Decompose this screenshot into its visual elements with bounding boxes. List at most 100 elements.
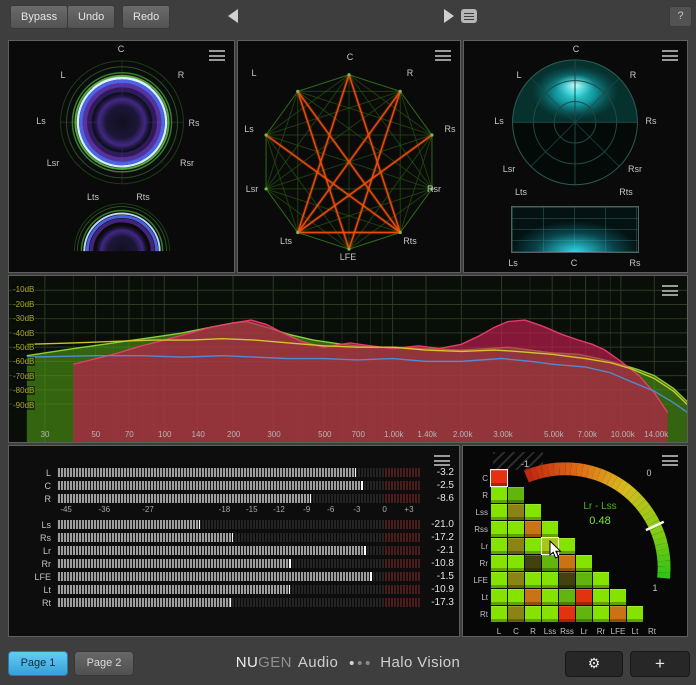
matrix-cell[interactable] (576, 589, 592, 605)
matrix-cell[interactable] (491, 589, 507, 605)
halo-vision-window: Bypass Undo Redo ? (0, 0, 696, 685)
panel-menu-icon[interactable] (434, 455, 450, 466)
help-button[interactable]: ? (669, 6, 692, 27)
matrix-col-label: Lt (627, 627, 643, 636)
add-button[interactable]: + (630, 651, 690, 677)
matrix-cell[interactable] (610, 606, 626, 622)
mouse-cursor (549, 540, 563, 560)
meter-scale-tick: -9 (303, 505, 310, 514)
meter-bar (57, 481, 421, 490)
matrix-cell[interactable] (525, 555, 541, 571)
panel-menu-icon[interactable] (662, 50, 678, 61)
matrix-cell[interactable] (491, 538, 507, 554)
matrix-cell[interactable] (576, 606, 592, 622)
matrix-cell[interactable] (525, 572, 541, 588)
radar-axis-ls: Ls (508, 258, 518, 268)
matrix-readout-value: 0.48 (562, 515, 638, 527)
matrix-cell[interactable] (593, 606, 609, 622)
matrix-cell[interactable] (525, 504, 541, 520)
matrix-cell[interactable] (491, 504, 507, 520)
meter-channel-label: Rt (9, 598, 51, 608)
meter-value: -17.3 (414, 597, 454, 608)
matrix-cell[interactable] (576, 572, 592, 588)
radar-label-rts: Rts (619, 187, 633, 197)
matrix-cell[interactable] (525, 521, 541, 537)
redo-button[interactable]: Redo (122, 5, 170, 29)
product-name: Halo Vision (380, 654, 460, 671)
matrix-cell[interactable] (542, 572, 558, 588)
meter-bar (57, 559, 421, 568)
matrix-cell[interactable] (491, 606, 507, 622)
settings-button[interactable]: ⚙ (565, 651, 623, 677)
meter-bar (57, 598, 421, 607)
matrix-cell[interactable] (508, 589, 524, 605)
footer: Page 1 Page 2 NUGEN Audio Halo Vision ⚙ … (0, 645, 696, 685)
page2-tab[interactable]: Page 2 (74, 651, 134, 676)
matrix-cell[interactable] (491, 470, 507, 486)
matrix-cell[interactable] (525, 538, 541, 554)
meter-bar (57, 520, 421, 529)
web-label-rts: Rts (403, 236, 417, 246)
panel-menu-icon[interactable] (662, 285, 678, 296)
matrix-row-label: Rr (465, 559, 488, 568)
matrix-cell[interactable] (542, 606, 558, 622)
matrix-cell[interactable] (559, 572, 575, 588)
meter-rows: L-3.2C-2.5R-8.6Ls-21.0Rs-17.2Lr-2.1Rr-10… (9, 446, 459, 636)
gauge-min-label: -1 (521, 459, 529, 469)
panel-menu-icon[interactable] (662, 455, 678, 466)
web-label-lts: Lts (280, 236, 292, 246)
meter-scale-tick: -45 (60, 505, 72, 514)
meter-channel-label: R (9, 494, 51, 504)
matrix-cell[interactable] (508, 606, 524, 622)
matrix-cell[interactable] (508, 521, 524, 537)
matrix-row-label: C (465, 474, 488, 483)
matrix-col-label: R (525, 627, 541, 636)
meter-bar (57, 468, 421, 477)
web-label-c: C (347, 52, 354, 62)
matrix-cell[interactable] (610, 589, 626, 605)
matrix-grid: CRLssRssLrRrLFELtRtLCRLssRssLrRrLFELtRt (463, 446, 687, 636)
matrix-cell[interactable] (627, 606, 643, 622)
matrix-cell[interactable] (559, 589, 575, 605)
matrix-cell[interactable] (593, 589, 609, 605)
play-icon[interactable] (444, 9, 454, 23)
toolbar: Bypass Undo Redo ? (0, 0, 696, 34)
back-icon[interactable] (228, 9, 238, 23)
matrix-cell[interactable] (491, 521, 507, 537)
gear-icon: ⚙ (588, 655, 601, 671)
panel-correlation-web: C R Rs Rsr Rts LFE Lts Lsr Ls L (237, 40, 461, 273)
matrix-cell[interactable] (525, 606, 541, 622)
matrix-cell[interactable] (542, 589, 558, 605)
matrix-cell[interactable] (508, 487, 524, 503)
gauge-zero-label: 0 (646, 468, 651, 478)
channel-label-rs: Rs (189, 118, 200, 128)
matrix-cell[interactable] (576, 555, 592, 571)
undo-button[interactable]: Undo (67, 5, 115, 29)
matrix-cell[interactable] (542, 521, 558, 537)
matrix-row-label: Rt (465, 610, 488, 619)
matrix-cell[interactable] (508, 572, 524, 588)
channel-label-c: C (118, 44, 125, 54)
web-edge-line (298, 233, 349, 250)
matrix-cell[interactable] (593, 572, 609, 588)
matrix-cell[interactable] (508, 538, 524, 554)
matrix-cell[interactable] (491, 555, 507, 571)
matrix-cell[interactable] (491, 572, 507, 588)
bypass-button[interactable]: Bypass (10, 5, 68, 29)
channel-label-r: R (178, 70, 185, 80)
log-icon[interactable] (461, 9, 477, 23)
matrix-cell[interactable] (508, 504, 524, 520)
matrix-cell[interactable] (491, 487, 507, 503)
panel-menu-icon[interactable] (209, 50, 225, 61)
meter-value: -2.1 (414, 545, 454, 556)
matrix-cell[interactable] (508, 555, 524, 571)
channel-label-l: L (60, 70, 65, 80)
matrix-cell[interactable] (559, 606, 575, 622)
panel-menu-icon[interactable] (435, 50, 451, 61)
matrix-cell[interactable] (525, 589, 541, 605)
meter-value: -17.2 (414, 532, 454, 543)
page1-tab[interactable]: Page 1 (8, 651, 68, 676)
matrix-row-label: Lr (465, 542, 488, 551)
web-edge-line (349, 233, 400, 250)
meter-value: -1.5 (414, 571, 454, 582)
